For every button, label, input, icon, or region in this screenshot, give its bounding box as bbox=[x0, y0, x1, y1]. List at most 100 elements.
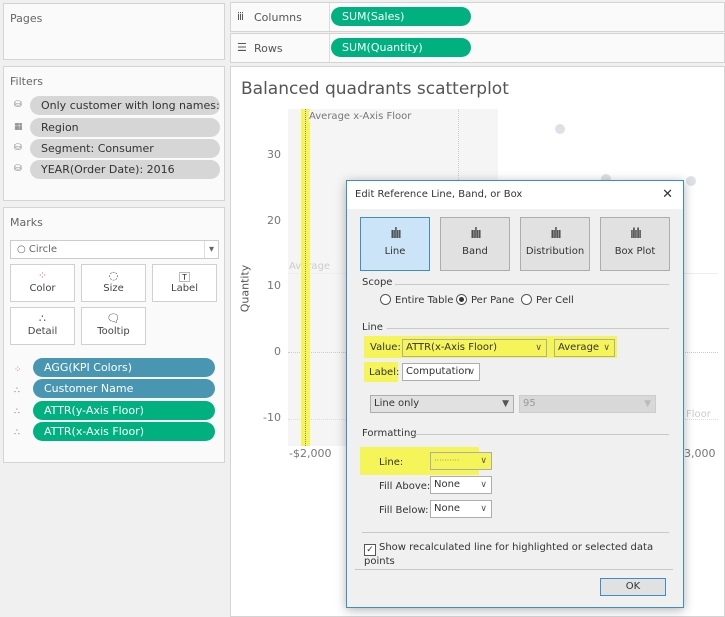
marks-title: Marks bbox=[10, 216, 43, 229]
detail-icon: ∴ bbox=[14, 386, 20, 396]
close-icon[interactable]: ✕ bbox=[662, 187, 673, 202]
database-icon: ⛁ bbox=[14, 143, 22, 153]
color-icon: ⁘ bbox=[14, 365, 22, 375]
type-label: Box Plot bbox=[614, 246, 656, 257]
scope-per-pane-radio[interactable]: Per Pane bbox=[456, 294, 514, 306]
size-label: Size bbox=[103, 283, 124, 294]
scope-per-cell-radio[interactable]: Per Cell bbox=[521, 294, 574, 306]
aggregation-select[interactable]: Average ∨ bbox=[554, 339, 615, 357]
value-label: Value: bbox=[370, 342, 401, 353]
size-icon: ◌ bbox=[108, 269, 119, 282]
fill-below-select[interactable]: None ∨ bbox=[430, 500, 492, 518]
type-boxplot-button[interactable]: ıIıIı Box Plot bbox=[600, 217, 670, 271]
fill-above-label: Fill Above: bbox=[379, 481, 431, 492]
tooltip-button[interactable]: 🗨 Tooltip bbox=[81, 307, 146, 345]
chevron-down-icon: ∨ bbox=[468, 367, 475, 377]
ref-line-label: Average x-Axis Floor bbox=[309, 111, 412, 122]
dropdown-arrow-icon: ▼ bbox=[502, 399, 509, 409]
circle-icon: ○ bbox=[17, 244, 26, 255]
chevron-down-icon: ∨ bbox=[480, 504, 487, 514]
checkbox-checked-icon: ✓ bbox=[364, 544, 376, 556]
rows-icon: ☰ bbox=[237, 41, 247, 54]
fill-above-select[interactable]: None ∨ bbox=[430, 476, 492, 494]
y-tick: 20 bbox=[267, 214, 281, 227]
label-select[interactable]: Computation ∨ bbox=[402, 363, 480, 381]
rows-shelf[interactable]: ☰ Rows SUM(Quantity) bbox=[230, 33, 725, 63]
dialog-title: Edit Reference Line, Band, or Box bbox=[355, 189, 523, 200]
text-label-icon: 🅃 bbox=[179, 271, 190, 284]
pages-title: Pages bbox=[10, 12, 43, 25]
marks-card: Marks ○ Circle ▾ ⁘ Color ◌ Size 🅃 Label ∴ De… bbox=[3, 207, 225, 463]
line-mode-select[interactable]: Line only ▼ bbox=[370, 395, 514, 413]
type-band-button[interactable]: ıılıı Band bbox=[440, 217, 510, 271]
detail-label: Detail bbox=[27, 326, 58, 337]
scope-entire-table-radio[interactable]: Entire Table bbox=[380, 294, 453, 306]
scatter-point[interactable] bbox=[685, 175, 696, 186]
confidence-text: 95 bbox=[523, 398, 536, 409]
columns-icon: ⅲ bbox=[237, 10, 245, 23]
line-chart-icon: ıılıı bbox=[390, 226, 401, 242]
mark-field-pill[interactable]: ATTR(y-Axis Floor) bbox=[33, 401, 215, 420]
ref-line-highlight bbox=[301, 109, 310, 446]
scope-heading: Scope bbox=[362, 277, 393, 288]
faded-ref-label: Floor bbox=[686, 409, 711, 420]
y-tick: -10 bbox=[263, 411, 281, 424]
mark-field-pill[interactable]: Customer Name bbox=[33, 379, 215, 398]
line-style-select[interactable]: ·········· ∨ bbox=[430, 452, 492, 470]
tooltip-icon: 🗨 bbox=[106, 312, 121, 325]
type-line-button[interactable]: ıılıı Line bbox=[360, 217, 430, 271]
ok-button[interactable]: OK bbox=[600, 578, 666, 596]
label-button[interactable]: 🅃 Label bbox=[152, 264, 217, 302]
pages-card: Pages bbox=[3, 3, 225, 60]
mark-field-pill[interactable]: AGG(KPI Colors) bbox=[33, 358, 215, 377]
mark-field-pill[interactable]: ATTR(x-Axis Floor) bbox=[33, 422, 215, 441]
database-icon: ⛁ bbox=[14, 164, 22, 174]
chevron-down-icon: ∨ bbox=[603, 343, 610, 353]
y-tick: 30 bbox=[267, 148, 281, 161]
distribution-chart-icon: ıılıı bbox=[550, 226, 561, 242]
x-tick: -$2,000 bbox=[289, 447, 332, 460]
chevron-down-icon: ∨ bbox=[535, 343, 542, 353]
filter-pill[interactable]: YEAR(Order Date): 2016 bbox=[30, 160, 220, 179]
label-label: Label bbox=[171, 283, 198, 294]
mark-type-select[interactable]: ○ Circle ▾ bbox=[10, 240, 219, 259]
filter-pill[interactable]: Segment: Consumer bbox=[30, 139, 220, 158]
detail-icon: ∴ bbox=[39, 312, 46, 325]
columns-pill[interactable]: SUM(Sales) bbox=[331, 7, 471, 26]
type-label: Line bbox=[384, 246, 406, 257]
columns-shelf[interactable]: ⅲ Columns SUM(Sales) bbox=[230, 2, 725, 32]
color-button[interactable]: ⁘ Color bbox=[10, 264, 75, 302]
formatting-heading: Formatting bbox=[362, 428, 417, 439]
chevron-down-icon: ▾ bbox=[203, 241, 214, 258]
filter-pill[interactable]: Region bbox=[30, 118, 220, 137]
detail-icon: ∴ bbox=[14, 428, 20, 438]
type-label: Distribution bbox=[525, 246, 585, 257]
band-chart-icon: ıılıı bbox=[470, 226, 481, 242]
y-tick: 10 bbox=[267, 279, 281, 292]
chevron-down-icon: ∨ bbox=[480, 480, 487, 490]
label-label: Label: bbox=[369, 367, 400, 378]
fill-below-text: None bbox=[434, 503, 461, 514]
recalculated-checkbox[interactable]: ✓ Show recalculated line for highlighted … bbox=[364, 542, 683, 567]
value-select[interactable]: ATTR(x-Axis Floor) ∨ bbox=[402, 339, 547, 357]
rows-pill[interactable]: SUM(Quantity) bbox=[331, 38, 471, 57]
chevron-down-icon: ∨ bbox=[480, 456, 487, 466]
radio-label: Per Pane bbox=[471, 295, 515, 306]
size-button[interactable]: ◌ Size bbox=[81, 264, 146, 302]
radio-label: Per Cell bbox=[536, 295, 574, 306]
filter-pill[interactable]: Only customer with long names: .. bbox=[30, 96, 220, 115]
detail-button[interactable]: ∴ Detail bbox=[10, 307, 75, 345]
type-distribution-button[interactable]: ıılıı Distribution bbox=[520, 217, 590, 271]
tooltip-label: Tooltip bbox=[97, 326, 130, 337]
line-style-preview: ·········· bbox=[434, 456, 460, 465]
scatter-point[interactable] bbox=[554, 123, 565, 134]
value-text: ATTR(x-Axis Floor) bbox=[406, 342, 497, 353]
edit-reference-line-dialog: Edit Reference Line, Band, or Box ✕ ıılı… bbox=[346, 180, 684, 608]
mark-type-value: Circle bbox=[28, 244, 58, 255]
database-icon: ⛁ bbox=[14, 100, 22, 110]
hierarchy-filter-icon: ▦ bbox=[14, 122, 23, 132]
x-tick: 3,000 bbox=[684, 447, 716, 460]
box-plot-icon: ıIıIı bbox=[630, 226, 642, 242]
filters-title: Filters bbox=[10, 75, 43, 88]
type-label: Band bbox=[462, 246, 488, 257]
